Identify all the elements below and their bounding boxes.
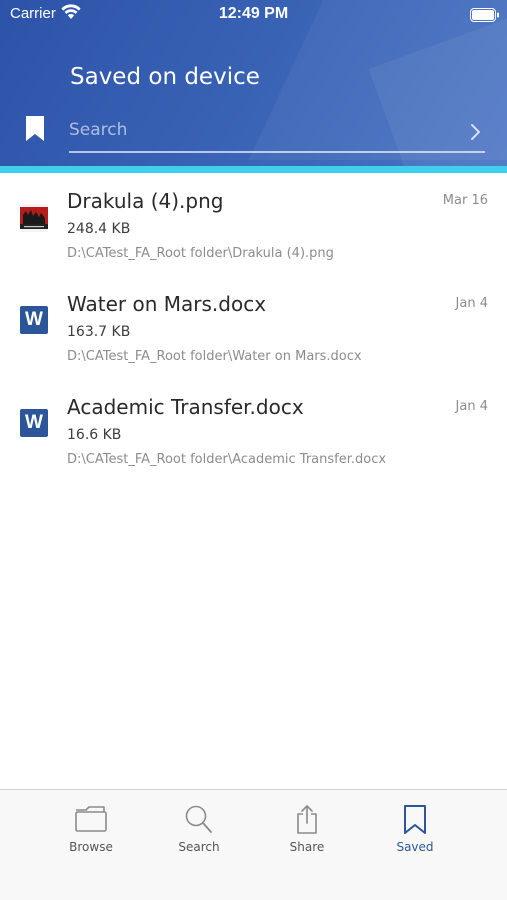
- file-size: 248.4 KB: [67, 221, 131, 237]
- file-list: Drakula (4).png Mar 16 248.4 KB D:\CATes…: [0, 173, 507, 482]
- file-date: Mar 16: [442, 193, 488, 208]
- chevron-right-icon[interactable]: [470, 123, 482, 145]
- share-icon: [297, 805, 317, 834]
- page-title: Saved on device: [70, 64, 260, 90]
- tab-label: Saved: [396, 840, 434, 854]
- search-underline: [69, 151, 485, 153]
- file-date: Jan 4: [455, 399, 488, 414]
- status-time: 12:49 PM: [218, 5, 289, 22]
- file-date: Jan 4: [455, 296, 488, 311]
- file-name: Water on Mars.docx: [67, 292, 267, 316]
- tab-label: Browse: [69, 840, 113, 854]
- file-size: 16.6 KB: [67, 427, 122, 443]
- tab-label: Search: [178, 840, 220, 854]
- bookmark-icon: [25, 115, 45, 146]
- file-path: D:\CATest_FA_Root folder\Academic Transf…: [67, 452, 387, 467]
- tab-bar: Browse Search Share Saved: [0, 789, 507, 900]
- file-name: Academic Transfer.docx: [67, 395, 304, 419]
- tab-browse[interactable]: Browse: [46, 804, 136, 854]
- file-path: D:\CATest_FA_Root folder\Drakula (4).png: [67, 246, 334, 261]
- tab-search[interactable]: Search: [154, 804, 244, 854]
- tab-saved[interactable]: Saved: [370, 804, 460, 854]
- file-path: D:\CATest_FA_Root folder\Water on Mars.d…: [67, 349, 362, 364]
- magnifier-icon: [185, 805, 212, 833]
- status-bar: Carrier 12:49 PM: [0, 0, 507, 30]
- tab-label: Share: [289, 840, 325, 854]
- bookmark-icon: [404, 805, 426, 834]
- word-doc-icon: W: [20, 409, 48, 437]
- accent-bar: [0, 166, 507, 173]
- file-list-item[interactable]: Drakula (4).png Mar 16 248.4 KB D:\CATes…: [0, 173, 507, 276]
- battery-icon: [470, 7, 500, 26]
- search-input[interactable]: [69, 116, 469, 144]
- image-thumbnail-icon: [20, 204, 48, 232]
- tab-share[interactable]: Share: [262, 804, 352, 854]
- file-name: Drakula (4).png: [67, 189, 224, 213]
- word-doc-icon: W: [20, 306, 48, 334]
- file-list-item[interactable]: W Academic Transfer.docx Jan 4 16.6 KB D…: [0, 379, 507, 482]
- folder-icon: [75, 806, 107, 832]
- file-size: 163.7 KB: [67, 324, 131, 340]
- file-list-item[interactable]: W Water on Mars.docx Jan 4 163.7 KB D:\C…: [0, 276, 507, 379]
